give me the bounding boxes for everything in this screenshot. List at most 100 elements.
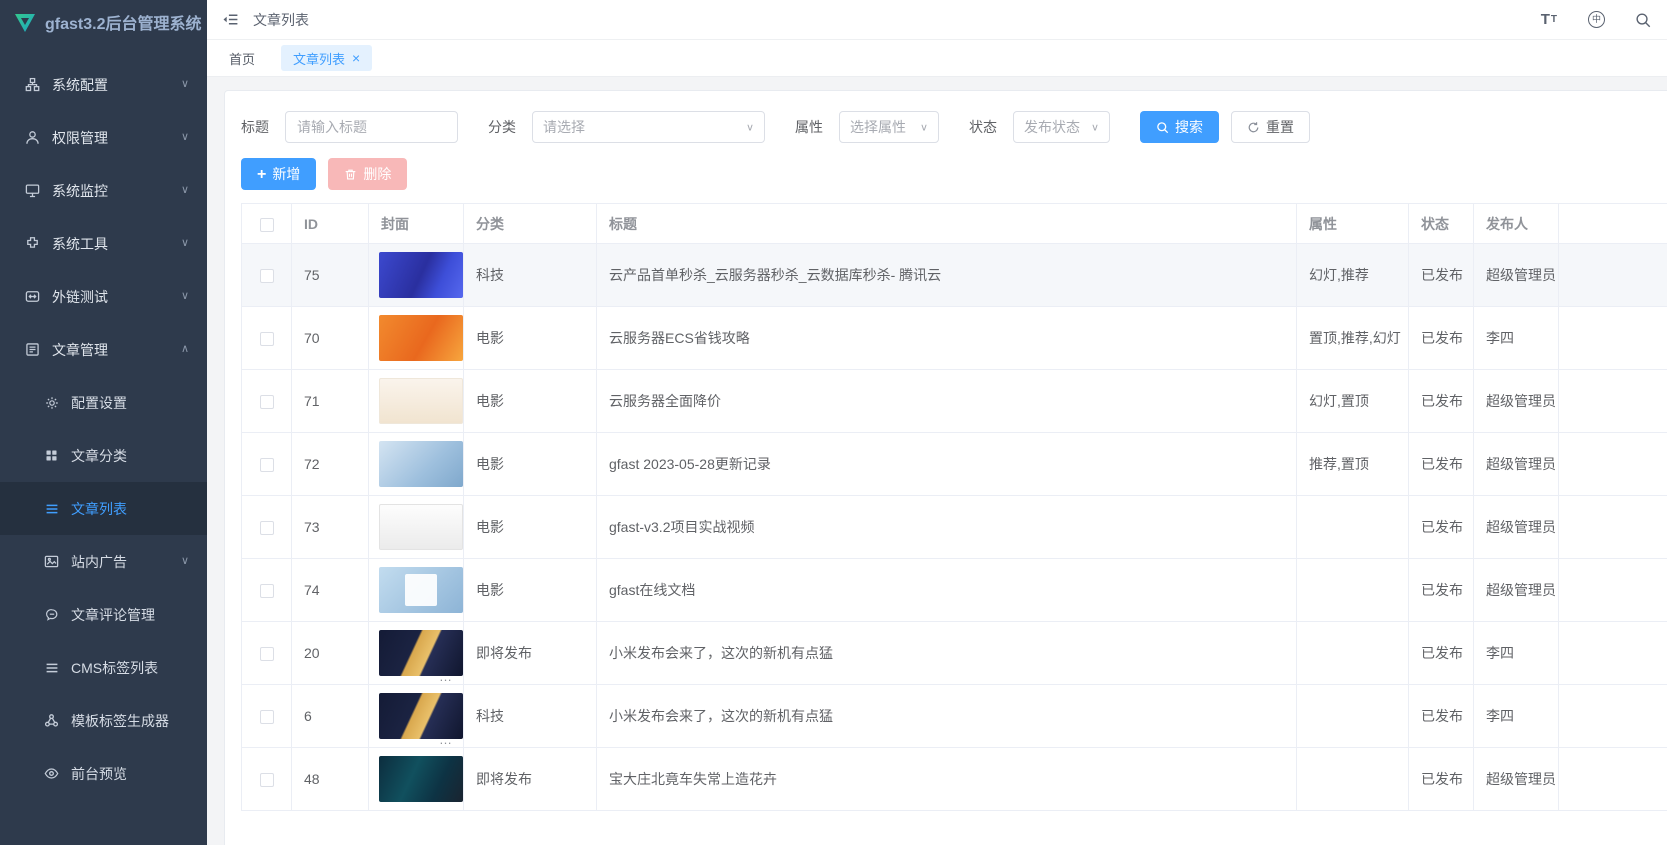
category-cell: 即将发布 bbox=[463, 621, 597, 685]
extra-cell bbox=[1558, 369, 1667, 433]
article-id-cell: 75 bbox=[291, 243, 369, 307]
article-id-cell: 73 bbox=[291, 495, 369, 559]
cover-image[interactable] bbox=[379, 441, 463, 487]
search-button-label: 搜索 bbox=[1175, 119, 1203, 135]
collapse-sidebar-icon[interactable] bbox=[222, 12, 239, 27]
row-checkbox[interactable] bbox=[259, 647, 274, 662]
attr-select[interactable]: 选择属性 bbox=[839, 111, 939, 143]
row-select-cell bbox=[241, 684, 292, 748]
row-select-cell bbox=[241, 621, 292, 685]
gear-icon bbox=[44, 395, 59, 410]
column-header: 分类 bbox=[463, 203, 597, 244]
sidebar-item[interactable]: 站内广告 bbox=[0, 535, 207, 588]
search-button[interactable]: 搜索 bbox=[1140, 111, 1219, 143]
sidebar-item[interactable]: 配置设置 bbox=[0, 376, 207, 429]
title-cell: gfast-v3.2项目实战视频 bbox=[596, 495, 1297, 559]
sidebar-item[interactable]: 系统配置 bbox=[0, 58, 207, 111]
close-tab-icon[interactable] bbox=[352, 51, 360, 65]
tab[interactable]: 首页 bbox=[225, 45, 259, 71]
sidebar-item[interactable]: 模板标签生成器 bbox=[0, 694, 207, 747]
language-icon[interactable] bbox=[1588, 11, 1605, 28]
category-value: 即将发布 bbox=[476, 771, 532, 787]
row-select-cell bbox=[241, 558, 292, 622]
table-row: 74 电影 gfast在线文档 已发布 超级管理员 bbox=[241, 558, 1667, 622]
category-value: 即将发布 bbox=[476, 645, 532, 661]
category-select-placeholder: 请选择 bbox=[543, 119, 585, 135]
sidebar-item[interactable]: 文章分类 bbox=[0, 429, 207, 482]
table-row: 73 电影 gfast-v3.2项目实战视频 已发布 超级管理员 bbox=[241, 495, 1667, 559]
status-cell: 已发布 bbox=[1408, 369, 1474, 433]
cover-image[interactable] bbox=[379, 567, 463, 613]
row-checkbox[interactable] bbox=[259, 773, 274, 788]
sidebar-item[interactable]: 文章评论管理 bbox=[0, 588, 207, 641]
row-checkbox[interactable] bbox=[259, 269, 274, 284]
row-checkbox[interactable] bbox=[259, 458, 274, 473]
title-filter-input[interactable] bbox=[285, 111, 458, 143]
search-icon bbox=[1156, 121, 1169, 134]
row-checkbox[interactable] bbox=[259, 521, 274, 536]
category-cell: 电影 bbox=[463, 306, 597, 370]
sidebar-item[interactable]: 系统工具 bbox=[0, 217, 207, 270]
add-button-label: 新增 bbox=[272, 166, 301, 182]
category-select[interactable]: 请选择 bbox=[532, 111, 765, 143]
sidebar-item-label: 外链测试 bbox=[52, 288, 108, 305]
publisher-cell: 超级管理员 bbox=[1473, 558, 1559, 622]
article-title: 宝大庄北竟车失常上造花卉 bbox=[609, 771, 777, 787]
cover-image[interactable] bbox=[379, 252, 463, 298]
publisher-cell: 超级管理员 bbox=[1473, 369, 1559, 433]
row-checkbox[interactable] bbox=[259, 584, 274, 599]
sidebar-item[interactable]: 系统监控 bbox=[0, 164, 207, 217]
cover-image[interactable] bbox=[379, 504, 463, 550]
row-select-cell bbox=[241, 369, 292, 433]
main-area: 文章列表 首页 文章列表 bbox=[207, 0, 1667, 845]
table-row: 71 电影 云服务器全面降价 幻灯,置顶 已发布 超级管理员 bbox=[241, 369, 1667, 433]
topbar-tools bbox=[1541, 11, 1655, 28]
sidebar-item[interactable]: CMS标签列表 bbox=[0, 641, 207, 694]
row-checkbox[interactable] bbox=[259, 332, 274, 347]
cover-image[interactable] bbox=[379, 315, 463, 361]
publisher-value: 超级管理员 bbox=[1486, 582, 1556, 598]
title-cell: 云服务器ECS省钱攻略 bbox=[596, 306, 1297, 370]
column-header-label: 属性 bbox=[1309, 215, 1337, 232]
category-value: 电影 bbox=[476, 330, 504, 346]
cover-cell bbox=[368, 432, 464, 496]
publisher-cell: 超级管理员 bbox=[1473, 495, 1559, 559]
more-covers-ellipsis: … bbox=[439, 669, 453, 684]
publisher-value: 超级管理员 bbox=[1486, 456, 1556, 472]
tab[interactable]: 文章列表 bbox=[281, 45, 373, 71]
sidebar-item[interactable]: 权限管理 bbox=[0, 111, 207, 164]
category-value: 电影 bbox=[476, 393, 504, 409]
sidebar-item[interactable]: 文章列表 bbox=[0, 482, 207, 535]
row-checkbox[interactable] bbox=[259, 395, 274, 410]
row-checkbox[interactable] bbox=[259, 710, 274, 725]
column-header: 封面 bbox=[368, 203, 464, 244]
status-select[interactable]: 发布状态 bbox=[1013, 111, 1110, 143]
cover-image[interactable] bbox=[379, 756, 463, 802]
publisher-value: 超级管理员 bbox=[1486, 393, 1556, 409]
select-all-checkbox[interactable] bbox=[259, 217, 274, 232]
cover-cell bbox=[368, 243, 464, 307]
reset-button[interactable]: 重置 bbox=[1231, 111, 1310, 143]
add-button[interactable]: 新增 bbox=[241, 158, 317, 190]
sidebar-item[interactable]: 外链测试 bbox=[0, 270, 207, 323]
chevron-down-icon bbox=[181, 185, 189, 196]
cover-image[interactable] bbox=[379, 378, 463, 424]
sidebar-item[interactable]: 文章管理 bbox=[0, 323, 207, 376]
column-header: 属性 bbox=[1296, 203, 1409, 244]
article-id-cell: 71 bbox=[291, 369, 369, 433]
delete-button[interactable]: 删除 bbox=[328, 158, 408, 190]
category-cell: 即将发布 bbox=[463, 747, 597, 811]
publisher-value: 李四 bbox=[1486, 708, 1514, 724]
chevron-up-icon bbox=[181, 344, 189, 355]
search-icon[interactable] bbox=[1635, 12, 1651, 28]
table-row: 72 电影 gfast 2023-05-28更新记录 推荐,置顶 已发布 超级管… bbox=[241, 432, 1667, 496]
sidebar-item[interactable]: 前台预览 bbox=[0, 747, 207, 800]
refresh-icon bbox=[1247, 121, 1260, 134]
publisher-value: 超级管理员 bbox=[1486, 519, 1556, 535]
font-size-icon[interactable] bbox=[1541, 11, 1558, 28]
publisher-cell: 超级管理员 bbox=[1473, 747, 1559, 811]
category-value: 电影 bbox=[476, 456, 504, 472]
column-header-label: 封面 bbox=[381, 215, 409, 232]
sidebar-item-label: 文章评论管理 bbox=[71, 606, 155, 623]
extra-cell bbox=[1558, 495, 1667, 559]
